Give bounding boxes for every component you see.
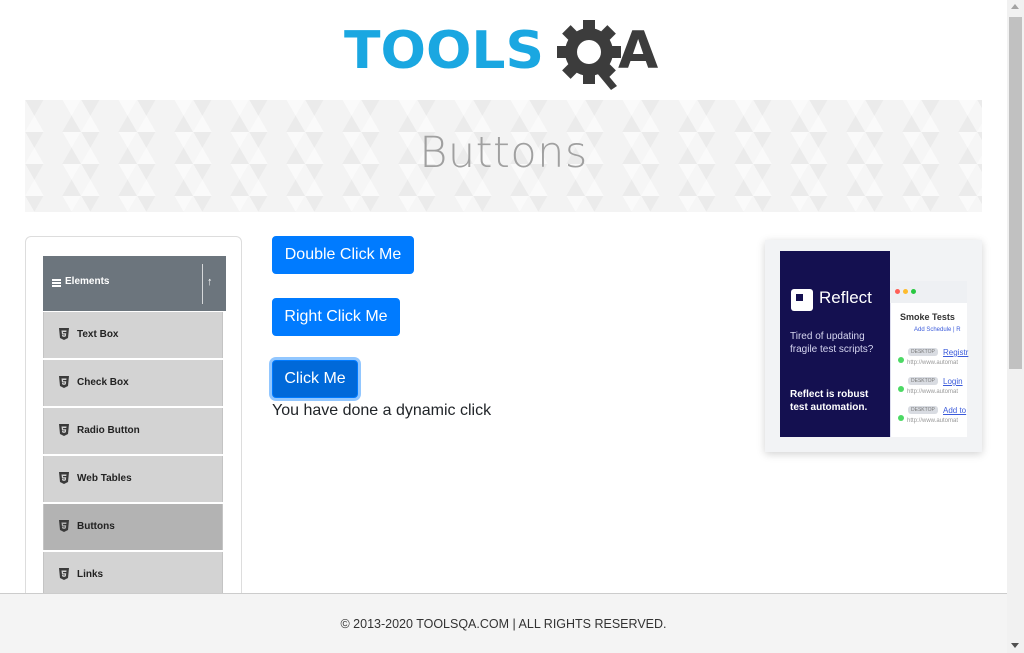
ad-row-url: http://www.automat bbox=[907, 418, 959, 424]
header: TOOLS A bbox=[0, 0, 1007, 100]
sidebar-group-elements[interactable]: Elements ↑ bbox=[43, 256, 226, 311]
html5-icon bbox=[59, 520, 69, 532]
ad-row-url: http://www.automat bbox=[907, 389, 959, 395]
html5-icon bbox=[59, 328, 69, 340]
sidebar-menu-list: Text Box Check Box Radio Button Web Tabl… bbox=[43, 312, 223, 600]
sidebar-item-label: Web Tables bbox=[77, 473, 132, 484]
sidebar-item-label: Buttons bbox=[77, 521, 115, 532]
ad-browser-bar bbox=[890, 281, 967, 303]
page-title: Buttons bbox=[419, 128, 588, 178]
status-dot-icon bbox=[898, 415, 904, 421]
ad-row-name: Registr bbox=[943, 348, 969, 357]
ad-test-row: DESKTOP Registr http://www.automat bbox=[896, 348, 969, 374]
ad-panel-title: Smoke Tests bbox=[900, 312, 955, 322]
sidebar-item-check-box[interactable]: Check Box bbox=[43, 360, 223, 406]
gear-icon bbox=[557, 20, 621, 90]
sidebar-item-label: Text Box bbox=[77, 329, 119, 340]
ad-test-row: DESKTOP Login http://www.automat bbox=[896, 377, 967, 403]
ad-test-row: DESKTOP Add to http://www.automat bbox=[896, 406, 967, 432]
sidebar-item-text-box[interactable]: Text Box bbox=[43, 312, 223, 358]
ad-claim: Reflect is robust test automation. bbox=[790, 389, 869, 413]
ad-row-url: http://www.automat bbox=[907, 360, 959, 366]
footer: © 2013-2020 TOOLSQA.COM | ALL RIGHTS RES… bbox=[0, 593, 1007, 653]
click-button[interactable]: Click Me bbox=[272, 360, 358, 398]
sidebar-group-label: Elements bbox=[65, 276, 110, 287]
double-click-button[interactable]: Double Click Me bbox=[272, 236, 414, 274]
ad-panel-link: Add Schedule | R bbox=[914, 327, 961, 333]
scrollbar-thumb[interactable] bbox=[1009, 17, 1022, 369]
reflect-logo-icon bbox=[791, 289, 813, 311]
html5-icon bbox=[59, 568, 69, 580]
logo-text-tools: TOOLS bbox=[344, 21, 544, 81]
minimize-dot-icon bbox=[903, 289, 908, 294]
sidebar-item-radio-button[interactable]: Radio Button bbox=[43, 408, 223, 454]
status-dot-icon bbox=[898, 357, 904, 363]
logo-text-qa: A bbox=[618, 21, 658, 81]
vertical-scrollbar[interactable] bbox=[1007, 0, 1024, 653]
sidebar-item-links[interactable]: Links bbox=[43, 552, 223, 598]
maximize-dot-icon bbox=[911, 289, 916, 294]
ad-row-tag: DESKTOP bbox=[908, 377, 938, 385]
sidebar-item-buttons[interactable]: Buttons bbox=[43, 504, 223, 550]
ad-row-tag: DESKTOP bbox=[908, 406, 938, 414]
toolsqa-logo[interactable]: TOOLS A bbox=[344, 16, 668, 90]
ad-row-name: Login bbox=[943, 377, 963, 386]
sidebar-item-label: Links bbox=[77, 569, 104, 580]
html5-icon bbox=[59, 424, 69, 436]
sidebar-item-label: Radio Button bbox=[77, 425, 140, 436]
close-dot-icon bbox=[895, 289, 900, 294]
scroll-down-arrow-icon[interactable] bbox=[1011, 643, 1019, 648]
sidebar-item-label: Check Box bbox=[77, 377, 129, 388]
status-dot-icon bbox=[898, 386, 904, 392]
menu-icon bbox=[52, 279, 61, 287]
page-banner: Buttons bbox=[25, 100, 982, 212]
footer-copyright: © 2013-2020 TOOLSQA.COM | ALL RIGHTS RES… bbox=[340, 617, 667, 631]
ad-row-name: Add to bbox=[943, 406, 967, 415]
scroll-up-arrow-icon[interactable] bbox=[1011, 4, 1019, 9]
ad-brand: Reflect bbox=[819, 288, 872, 307]
arrow-up-icon[interactable]: ↑ bbox=[207, 276, 213, 288]
sidebar-item-web-tables[interactable]: Web Tables bbox=[43, 456, 223, 502]
ad-row-tag: DESKTOP bbox=[908, 348, 938, 356]
ad-tagline: Tired of updating fragile test scripts? bbox=[790, 331, 874, 355]
dynamic-click-message: You have done a dynamic click bbox=[272, 402, 492, 419]
sidebar: Elements ↑ Text Box Check Box Radio Butt… bbox=[25, 236, 242, 616]
right-click-button[interactable]: Right Click Me bbox=[272, 298, 400, 336]
html5-icon bbox=[59, 376, 69, 388]
header-divider bbox=[202, 264, 203, 304]
html5-icon bbox=[59, 472, 69, 484]
